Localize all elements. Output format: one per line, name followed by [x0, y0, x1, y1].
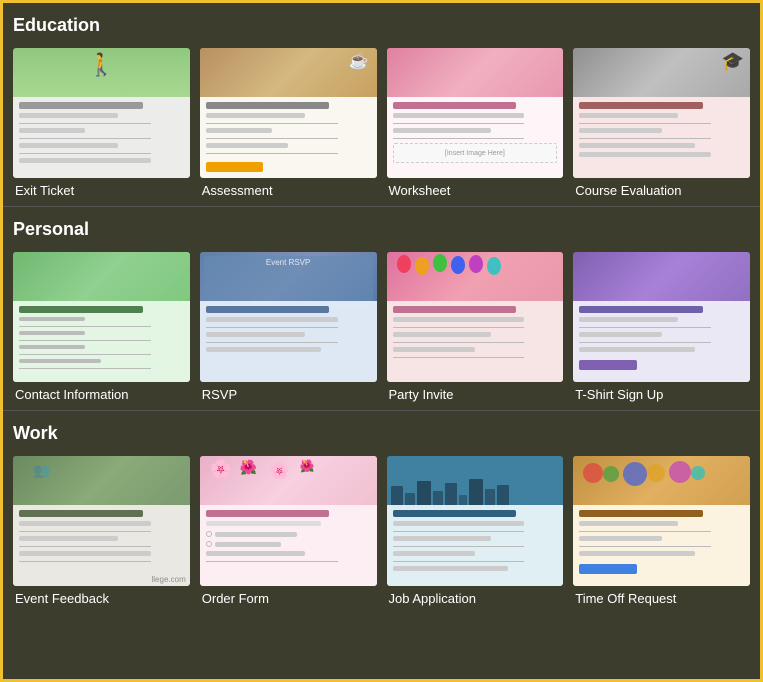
personal-section: Personal Contact Information — [3, 206, 760, 410]
event-feedback-thumbnail: 👥 llege.com — [13, 456, 190, 586]
tshirt-signup-thumbnail — [573, 252, 750, 382]
education-cards-row: 🚶 Exit Ticket ☕ — [13, 48, 750, 198]
time-off-request-card[interactable]: Time Off Request — [573, 456, 750, 606]
party-invite-thumbnail — [387, 252, 564, 382]
rsvp-thumbnail: Event RSVP — [200, 252, 377, 382]
education-section: Education 🚶 Exit Ticket — [3, 3, 760, 206]
personal-title: Personal — [13, 219, 750, 240]
job-application-label: Job Application — [387, 591, 564, 606]
exit-ticket-card[interactable]: 🚶 Exit Ticket — [13, 48, 190, 198]
order-form-label: Order Form — [200, 591, 377, 606]
contact-information-thumbnail — [13, 252, 190, 382]
worksheet-label: Worksheet — [387, 183, 564, 198]
exit-ticket-label: Exit Ticket — [13, 183, 190, 198]
work-section: Work 👥 llege.com Event Feedback — [3, 410, 760, 614]
work-cards-row: 👥 llege.com Event Feedback 🌸 � — [13, 456, 750, 606]
party-invite-card[interactable]: Party Invite — [387, 252, 564, 402]
order-form-thumbnail: 🌸 🌺 🌸 🌺 — [200, 456, 377, 586]
exit-ticket-thumbnail: 🚶 — [13, 48, 190, 178]
watermark: llege.com — [152, 575, 186, 584]
rsvp-card[interactable]: Event RSVP RSVP — [200, 252, 377, 402]
course-evaluation-card[interactable]: 🎓 Course Evaluation — [573, 48, 750, 198]
assessment-thumbnail: ☕ — [200, 48, 377, 178]
tshirt-signup-card[interactable]: T-Shirt Sign Up — [573, 252, 750, 402]
work-title: Work — [13, 423, 750, 444]
party-invite-label: Party Invite — [387, 387, 564, 402]
course-evaluation-label: Course Evaluation — [573, 183, 750, 198]
tshirt-signup-label: T-Shirt Sign Up — [573, 387, 750, 402]
job-application-thumbnail — [387, 456, 564, 586]
worksheet-thumbnail: [Insert Image Here] — [387, 48, 564, 178]
assessment-card[interactable]: ☕ Assessment — [200, 48, 377, 198]
rsvp-label: RSVP — [200, 387, 377, 402]
order-form-card[interactable]: 🌸 🌺 🌸 🌺 — [200, 456, 377, 606]
job-application-card[interactable]: Job Application — [387, 456, 564, 606]
education-title: Education — [13, 15, 750, 36]
worksheet-card[interactable]: [Insert Image Here] Worksheet — [387, 48, 564, 198]
time-off-request-thumbnail — [573, 456, 750, 586]
time-off-request-label: Time Off Request — [573, 591, 750, 606]
course-evaluation-thumbnail: 🎓 — [573, 48, 750, 178]
contact-information-label: Contact Information — [13, 387, 190, 402]
contact-information-card[interactable]: Contact Information — [13, 252, 190, 402]
event-feedback-label: Event Feedback — [13, 591, 190, 606]
event-feedback-card[interactable]: 👥 llege.com Event Feedback — [13, 456, 190, 606]
assessment-label: Assessment — [200, 183, 377, 198]
personal-cards-row: Contact Information Event RSVP RSV — [13, 252, 750, 402]
